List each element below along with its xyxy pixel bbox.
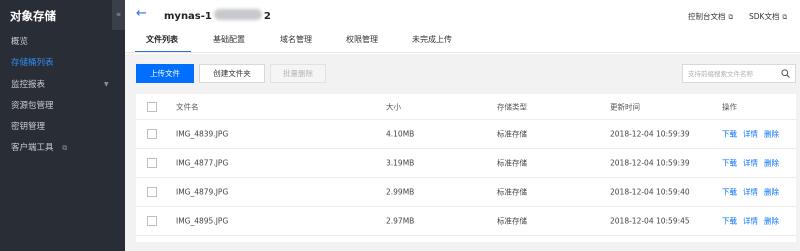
file-size: 2.97MB [386, 216, 415, 226]
row-actions: 下载 详情 删除 [722, 187, 785, 198]
tab-file-list[interactable]: 文件列表 [146, 33, 178, 53]
bucket-name-suffix: 2 [263, 11, 271, 22]
row-checkbox[interactable] [147, 158, 157, 168]
console-docs-link[interactable]: 控制台文档 ⧉ [688, 11, 733, 22]
sidebar-item-label: 监控报表 [11, 80, 46, 90]
file-size: 3.19MB [386, 158, 415, 168]
tab-incomplete-uploads[interactable]: 未完成上传 [412, 33, 452, 53]
updated-time: 2018-12-04 10:59:39 [610, 129, 690, 139]
file-size: 4.10MB [386, 129, 415, 139]
file-name[interactable]: IMG_4895.JPG [176, 217, 228, 226]
table-row: IMG_4877.JPG 3.19MB 标准存储 2018-12-04 10:5… [136, 149, 796, 178]
batch-delete-button[interactable]: 批量删除 [270, 64, 326, 83]
header: ← mynas-1 2 控制台文档 ⧉ SDK文档 ⧉ 文件列表 基础配置 域名管理 … [125, 0, 800, 54]
console-docs-label: 控制台文档 [688, 12, 726, 21]
row-actions: 下载 详情 删除 [722, 158, 785, 169]
sidebar-item-resource-packages[interactable]: 资源包管理 [0, 95, 125, 117]
column-header-updated: 更新时间 [610, 102, 640, 111]
chevron-down-icon: ▼ [104, 81, 109, 88]
delete-link[interactable]: 删除 [764, 159, 779, 168]
external-link-icon: ⧉ [782, 13, 788, 21]
row-checkbox[interactable] [147, 216, 157, 226]
external-link-icon: ⧉ [728, 13, 734, 21]
back-arrow-icon[interactable]: ← [136, 6, 147, 21]
row-checkbox[interactable] [147, 187, 157, 197]
updated-time: 2018-12-04 10:59:40 [610, 187, 690, 197]
column-header-storage-type: 存储类型 [497, 102, 527, 111]
table-row: IMG_4879.JPG 2.99MB 标准存储 2018-12-04 10:5… [136, 178, 796, 207]
search-icon[interactable] [781, 69, 790, 78]
external-link-icon: ⧉ [62, 144, 68, 152]
search-input[interactable] [688, 65, 780, 82]
sdk-docs-link[interactable]: SDK文档 ⧉ [749, 11, 787, 22]
tab-divider [125, 52, 800, 53]
tab-domain-management[interactable]: 域名管理 [280, 33, 312, 53]
sidebar-item-overview[interactable]: 概览 [0, 31, 125, 53]
tab-label: 未完成上传 [412, 35, 452, 44]
sidebar-item-label: 密钥管理 [11, 122, 46, 132]
sidebar-item-label: 客户端工具 [11, 143, 54, 153]
sidebar-item-client-tools[interactable]: 客户端工具 ⧉ [0, 137, 125, 159]
sidebar-item-monitoring[interactable]: 监控报表 ▼ [0, 74, 125, 96]
app-window: 对象存储 « 概览 存储桶列表 监控报表 ▼ 资源包管理 密钥管理 客户端工具 … [0, 0, 800, 251]
sidebar-item-label: 存储桶列表 [11, 58, 54, 68]
row-checkbox[interactable] [147, 129, 157, 139]
table-header-row: 文件名 大小 存储类型 更新时间 操作 [136, 94, 796, 120]
file-table: 文件名 大小 存储类型 更新时间 操作 IMG_4839.JPG 4.10MB … [136, 94, 796, 242]
select-all-checkbox[interactable] [147, 101, 157, 112]
updated-time: 2018-12-04 10:59:39 [610, 158, 690, 168]
delete-link[interactable]: 删除 [764, 188, 779, 197]
storage-type: 标准存储 [497, 158, 527, 168]
sidebar-item-label: 资源包管理 [11, 101, 54, 111]
updated-time: 2018-12-04 10:59:45 [610, 216, 690, 226]
delete-link[interactable]: 删除 [764, 130, 779, 139]
bucket-name-prefix: mynas-1 [164, 11, 212, 22]
download-link[interactable]: 下载 [722, 188, 737, 197]
tab-label: 基础配置 [213, 35, 245, 44]
redacted-mask [213, 9, 262, 20]
details-link[interactable]: 详情 [743, 130, 758, 139]
download-link[interactable]: 下载 [722, 217, 737, 226]
tab-label: 权限管理 [346, 35, 378, 44]
details-link[interactable]: 详情 [743, 159, 758, 168]
search-box [682, 64, 796, 83]
column-header-actions: 操作 [722, 102, 737, 111]
file-name[interactable]: IMG_4879.JPG [176, 188, 228, 197]
sidebar-item-label: 概览 [11, 37, 29, 47]
sidebar-item-key-management[interactable]: 密钥管理 [0, 116, 125, 138]
sidebar: 对象存储 « 概览 存储桶列表 监控报表 ▼ 资源包管理 密钥管理 客户端工具 … [0, 0, 125, 251]
column-header-filename: 文件名 [176, 102, 199, 111]
row-actions: 下载 详情 删除 [722, 129, 785, 140]
file-name[interactable]: IMG_4839.JPG [176, 130, 228, 139]
delete-link[interactable]: 删除 [764, 217, 779, 226]
tab-label: 文件列表 [146, 35, 178, 44]
bucket-title: mynas-1 2 [164, 9, 271, 22]
tab-basic-config[interactable]: 基础配置 [213, 33, 245, 53]
storage-type: 标准存储 [497, 216, 527, 226]
storage-type: 标准存储 [497, 129, 527, 139]
sidebar-collapse-button[interactable]: « [112, 0, 125, 30]
sidebar-title: 对象存储 [10, 9, 56, 23]
sidebar-item-bucket-list[interactable]: 存储桶列表 [0, 52, 125, 74]
column-header-size: 大小 [386, 102, 401, 111]
tab-label: 域名管理 [280, 35, 312, 44]
tab-permission-management[interactable]: 权限管理 [346, 33, 378, 53]
table-row: IMG_4895.JPG 2.97MB 标准存储 2018-12-04 10:5… [136, 207, 796, 236]
upload-file-button[interactable]: 上传文件 [136, 64, 194, 83]
storage-type: 标准存储 [497, 187, 527, 197]
row-actions: 下载 详情 删除 [722, 216, 785, 227]
file-name[interactable]: IMG_4877.JPG [176, 159, 228, 168]
download-link[interactable]: 下载 [722, 159, 737, 168]
details-link[interactable]: 详情 [743, 217, 758, 226]
details-link[interactable]: 详情 [743, 188, 758, 197]
create-folder-button[interactable]: 创建文件夹 [199, 64, 265, 83]
table-row: IMG_4839.JPG 4.10MB 标准存储 2018-12-04 10:5… [136, 120, 796, 149]
download-link[interactable]: 下载 [722, 130, 737, 139]
sdk-docs-label: SDK文档 [749, 12, 780, 21]
file-size: 2.99MB [386, 187, 415, 197]
